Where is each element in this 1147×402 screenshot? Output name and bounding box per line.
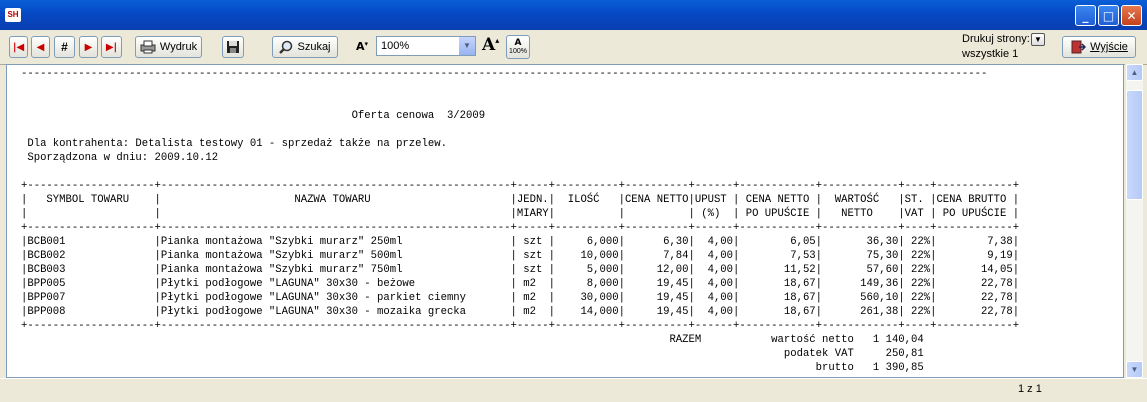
vertical-scrollbar[interactable]: ▲ ▼: [1125, 64, 1143, 378]
zoom-100-label: 100%: [509, 48, 527, 55]
zoom-out-icon[interactable]: A▾: [356, 40, 372, 56]
print-pages-dropdown[interactable]: ▼: [1031, 33, 1045, 46]
minimize-button[interactable]: _: [1075, 5, 1096, 26]
report-preview: ----------------------------------------…: [6, 64, 1124, 378]
exit-button[interactable]: Wyjście: [1062, 36, 1136, 58]
exit-door-icon: [1071, 40, 1087, 54]
goto-page-button[interactable]: #: [54, 36, 75, 58]
title-bar: SH _ □ ✕: [0, 0, 1147, 30]
last-page-icon: ▶|: [105, 41, 118, 53]
print-button[interactable]: Wydruk: [135, 36, 202, 58]
toolbar: |◀ ◀ # ▶ ▶| Wydruk Szukaj A▾ 100% ▼ A▴ A…: [0, 30, 1147, 65]
last-page-button[interactable]: ▶|: [101, 36, 122, 58]
printer-icon: [140, 40, 156, 54]
close-button[interactable]: ✕: [1121, 5, 1142, 26]
scroll-up-icon[interactable]: ▲: [1126, 64, 1143, 81]
print-pages-value: wszystkie 1: [962, 48, 1019, 60]
zoom-value: 100%: [381, 40, 410, 52]
floppy-disk-icon: [227, 41, 239, 53]
search-label: Szukaj: [297, 41, 331, 53]
print-pages-label: Drukuj strony:: [962, 33, 1030, 45]
exit-label: Wyjście: [1090, 41, 1128, 53]
status-bar: 1 z 1: [0, 378, 1147, 401]
app-icon: SH: [5, 8, 21, 22]
print-label: Wydruk: [159, 41, 198, 53]
next-page-icon: ▶: [84, 41, 93, 53]
zoom-100-icon: A: [514, 38, 522, 48]
first-page-button[interactable]: |◀: [9, 36, 28, 58]
chevron-down-icon: ▼: [459, 37, 475, 55]
save-button[interactable]: [222, 36, 244, 58]
chevron-down-icon: ▼: [1034, 35, 1042, 44]
hash-icon: #: [61, 40, 68, 54]
prev-page-button[interactable]: ◀: [31, 36, 50, 58]
next-page-button[interactable]: ▶: [79, 36, 98, 58]
zoom-100-button[interactable]: A 100%: [506, 35, 530, 59]
first-page-icon: |◀: [12, 41, 25, 53]
zoom-select[interactable]: 100% ▼: [376, 36, 476, 56]
scroll-down-icon[interactable]: ▼: [1126, 361, 1143, 378]
report-text: ----------------------------------------…: [21, 68, 1020, 374]
zoom-in-icon[interactable]: A▴: [482, 35, 499, 55]
page-counter: 1 z 1: [1018, 383, 1042, 395]
search-button[interactable]: Szukaj: [272, 36, 338, 58]
maximize-button[interactable]: □: [1098, 5, 1119, 26]
prev-page-icon: ◀: [36, 41, 45, 53]
scroll-thumb[interactable]: [1126, 90, 1143, 200]
magnifier-icon: [279, 40, 293, 54]
